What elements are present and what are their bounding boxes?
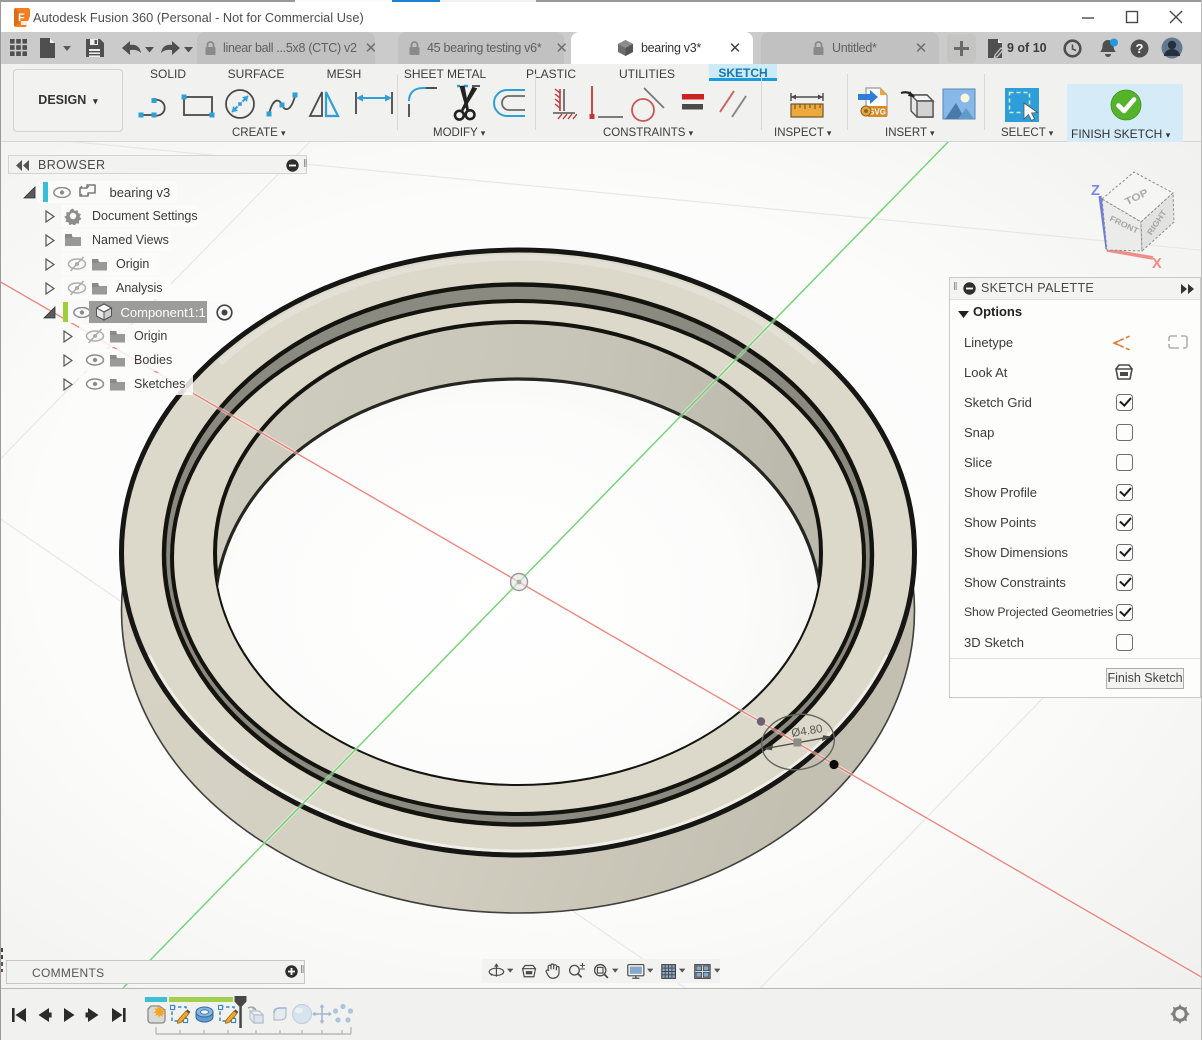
- svg-text:X: X: [1152, 256, 1162, 272]
- svg-text:Z: Z: [1091, 183, 1100, 199]
